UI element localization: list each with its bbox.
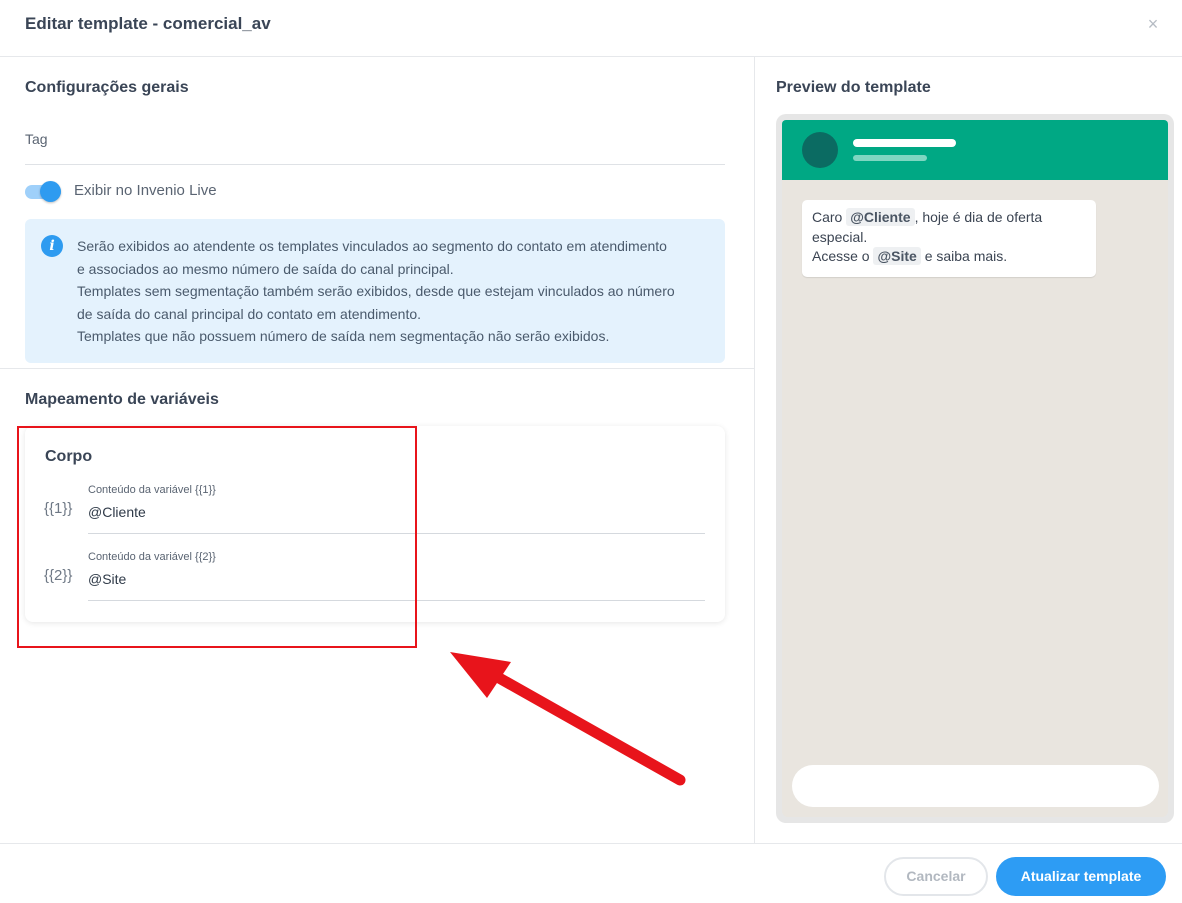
update-template-button[interactable]: Atualizar template <box>996 857 1166 896</box>
tag-field-label: Tag <box>25 131 48 147</box>
annotation-highlight-box <box>17 426 417 648</box>
message-text: Acesse o <box>812 248 874 264</box>
tag-input[interactable] <box>25 164 725 165</box>
modal-header: Editar template - comercial_av × <box>0 0 1182 57</box>
message-text: especial. <box>812 228 868 245</box>
info-line: e associados ao mesmo número de saída do… <box>77 260 454 277</box>
info-line: Serão exibidos ao atendente os templates… <box>77 238 667 254</box>
chat-input-placeholder <box>792 765 1159 807</box>
info-line: de saída do canal principal do contato e… <box>77 305 422 322</box>
annotation-arrow-icon <box>450 652 686 786</box>
message-text: , hoje é dia de oferta <box>914 209 1043 225</box>
message-text: e saiba mais. <box>920 248 1008 264</box>
variable-mapping-title: Mapeamento de variáveis <box>25 391 219 408</box>
contact-avatar <box>802 132 838 168</box>
info-icon: i <box>41 235 63 257</box>
show-in-invenio-live-toggle[interactable] <box>25 181 61 203</box>
general-settings-title: Configurações gerais <box>25 79 189 96</box>
chat-header <box>782 120 1168 180</box>
contact-name-placeholder <box>853 139 956 147</box>
cancel-button[interactable]: Cancelar <box>884 857 988 896</box>
toggle-label: Exibir no Invenio Live <box>74 182 217 199</box>
section-divider <box>0 368 755 369</box>
modal-footer: Cancelar Atualizar template <box>0 843 1182 903</box>
variable-chip: @Cliente <box>846 208 915 226</box>
info-text: Serão exibidos ao atendente os templates… <box>77 235 717 348</box>
template-preview-panel: Preview do template Caro @Cliente, hoje … <box>756 57 1182 843</box>
contact-status-placeholder <box>853 155 927 161</box>
info-alert: i Serão exibidos ao atendente os templat… <box>25 219 725 363</box>
info-line: Templates sem segmentação também serão e… <box>77 283 675 299</box>
preview-title: Preview do template <box>776 79 931 96</box>
modal-title: Editar template - comercial_av <box>25 14 271 33</box>
info-line: Templates que não possuem número de saíd… <box>77 328 610 344</box>
chat-body: Caro @Cliente, hoje é dia de oferta espe… <box>782 180 1168 817</box>
variable-chip: @Site <box>873 247 921 265</box>
toggle-knob <box>40 181 61 202</box>
message-text: Caro <box>812 209 847 225</box>
close-icon[interactable]: × <box>1144 13 1162 35</box>
phone-preview: Caro @Cliente, hoje é dia de oferta espe… <box>776 114 1174 823</box>
message-bubble: Caro @Cliente, hoje é dia de oferta espe… <box>802 200 1096 277</box>
